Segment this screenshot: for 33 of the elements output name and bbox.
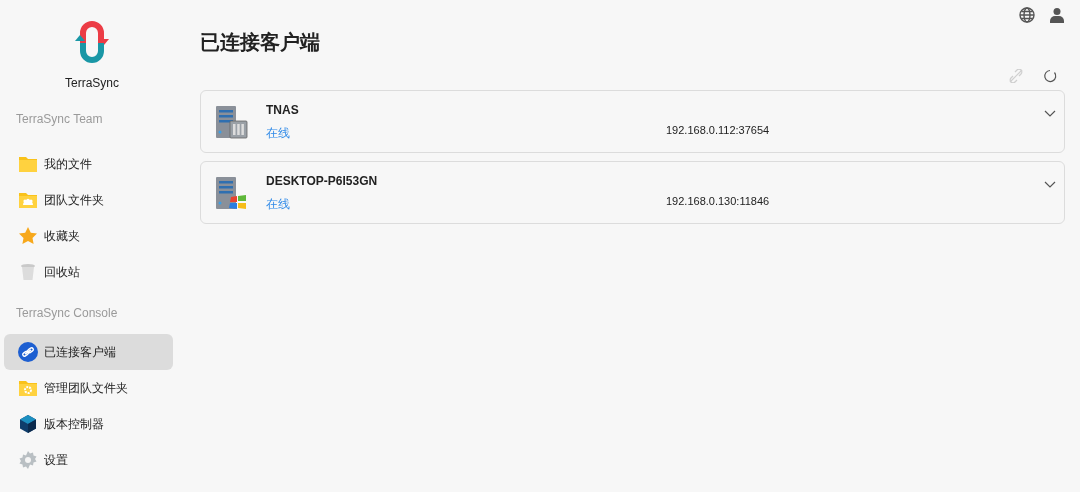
nav-item[interactable]: 收藏夹	[4, 218, 173, 254]
client-name: DESKTOP-P6I53GN	[266, 173, 379, 190]
client-status: 在线	[266, 125, 291, 142]
gear-folder-icon	[18, 379, 38, 397]
globe-icon[interactable]	[1019, 7, 1035, 23]
trash-icon	[20, 263, 36, 281]
page-title: 已连接客户端	[200, 30, 321, 55]
nav-item[interactable]: 团队文件夹	[4, 182, 173, 218]
nav-item[interactable]: 版本控制器	[4, 406, 173, 442]
client-address: 192.168.0.130:11846	[666, 194, 771, 210]
logo-text: TerraSync	[65, 75, 119, 92]
cube-icon	[19, 414, 37, 434]
section-title: TerraSync Team	[15, 111, 104, 128]
server-icon	[214, 103, 248, 140]
section-title: TerraSync Console	[15, 305, 119, 322]
nav-item[interactable]: 我的文件	[4, 146, 173, 182]
link-icon	[18, 342, 38, 362]
client-name: TNAS	[266, 102, 300, 119]
client-card[interactable]: DESKTOP-P6I53GN 在线 192.168.0.130:11846	[200, 161, 1065, 224]
nav-item[interactable]: 管理团队文件夹	[4, 370, 173, 406]
team-folder-icon	[18, 191, 38, 209]
nav-item[interactable]: 设置	[4, 442, 173, 478]
windows-pc-icon	[214, 174, 248, 211]
client-address: 192.168.0.112:37654	[666, 123, 771, 139]
nav-item[interactable]: 已连接客户端	[4, 334, 173, 370]
client-status: 在线	[266, 196, 291, 213]
star-icon	[18, 226, 38, 246]
user-icon[interactable]	[1049, 7, 1065, 23]
nav-item[interactable]: 回收站	[4, 254, 173, 290]
refresh-icon[interactable]	[1043, 69, 1057, 83]
client-card[interactable]: TNAS 在线 192.168.0.112:37654	[200, 90, 1065, 153]
gear-icon	[18, 450, 38, 470]
folder-icon	[18, 155, 38, 173]
